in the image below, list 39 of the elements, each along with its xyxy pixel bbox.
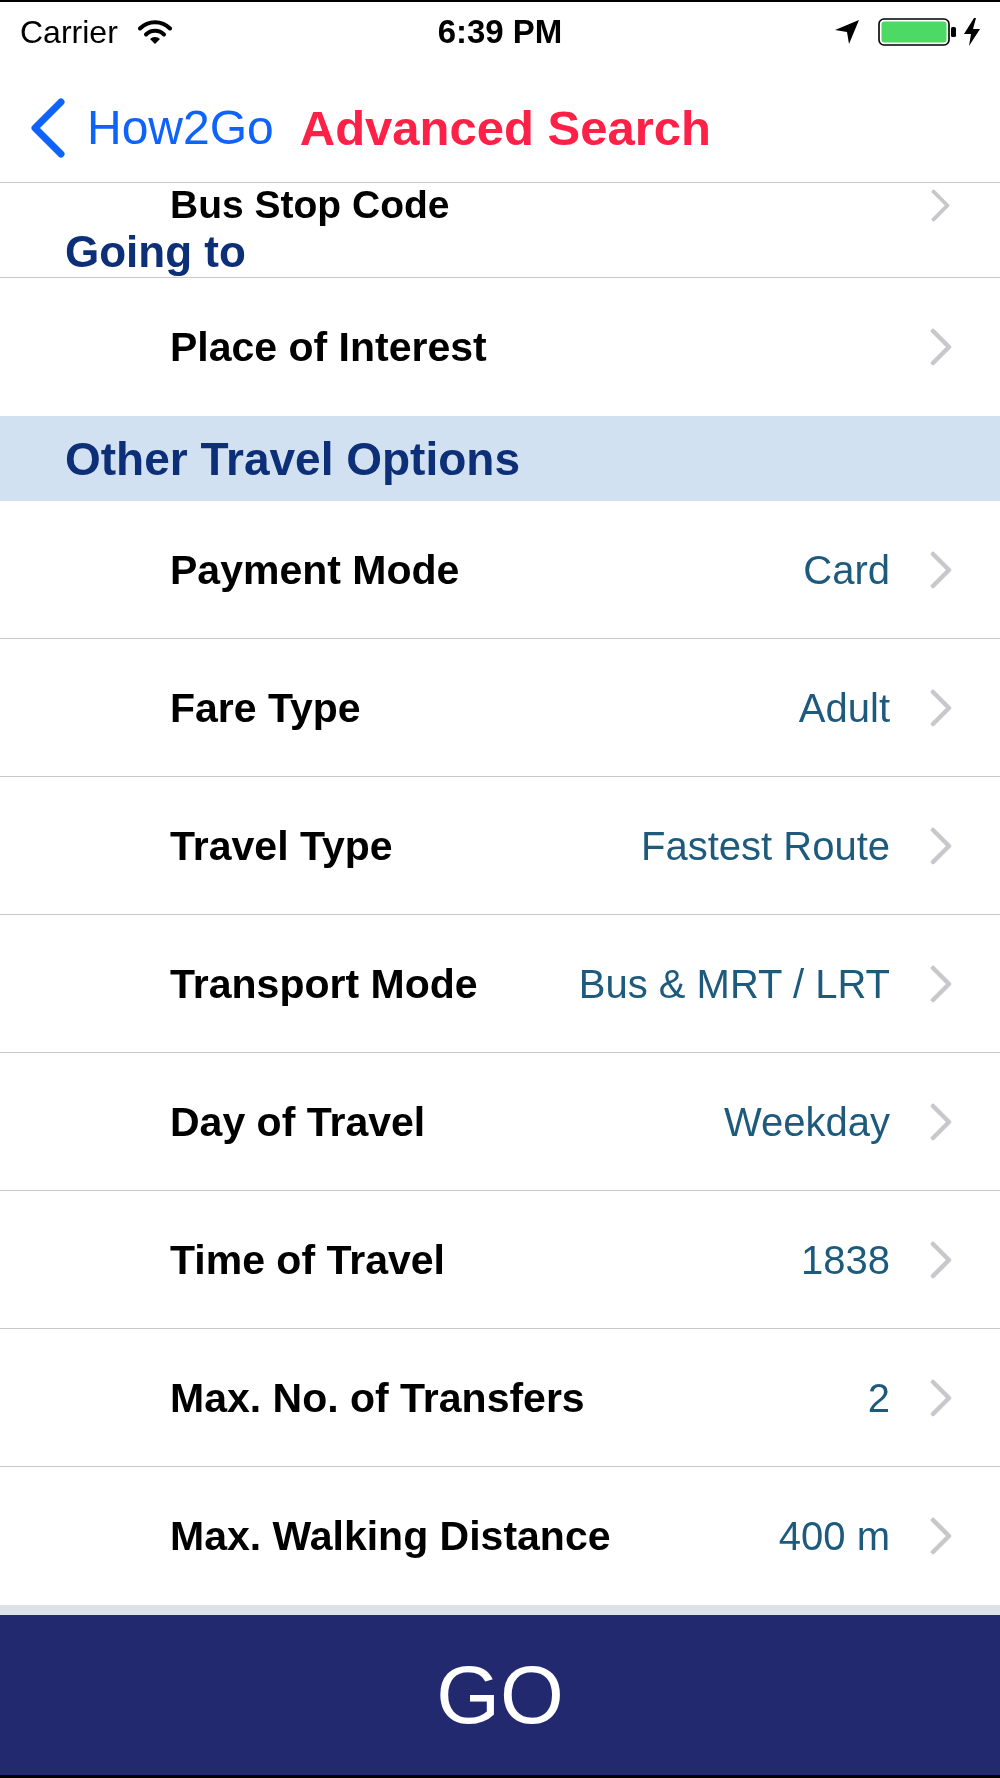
back-button[interactable]: How2Go [0,98,274,158]
chevron-icon [930,826,952,865]
row-label: Payment Mode [170,545,460,594]
chevron-icon [930,328,952,366]
row-value: Adult [798,684,890,732]
chevron-icon [930,1102,952,1141]
row-label: Max. Walking Distance [170,1512,611,1560]
chevron-icon [930,1517,952,1555]
chevron-icon [930,688,952,727]
row-value: Card [803,546,890,594]
row-label: Max. No. of Transfers [170,1373,585,1422]
chevron-icon [931,188,950,222]
row-label: Place of Interest [170,323,487,371]
location-arrow-icon [834,19,860,45]
row-label: Transport Mode [170,959,478,1008]
chevron-icon [930,1378,952,1417]
row-value: 1838 [801,1236,890,1284]
chevron-icon [930,964,952,1003]
charging-bolt-icon [964,18,980,46]
row-value: 400 m [778,1513,890,1560]
row-value: 2 [867,1374,890,1422]
row-label: Day of Travel [170,1097,426,1146]
carrier-label: Carrier [20,13,118,51]
row-label: Time of Travel [170,1235,445,1284]
row-value: Fastest Route [641,822,890,870]
row-label: Fare Type [170,683,361,732]
clock-time: 6:39 PM [437,13,563,51]
go-button[interactable]: GO [0,1615,1000,1775]
chevron-icon [930,550,952,589]
row-value: Bus & MRT / LRT [578,960,890,1008]
row-label: Bus Stop Code [170,183,450,227]
section-header: Other Travel Options [0,416,1000,501]
row-label: Travel Type [170,821,393,870]
row-value: Weekday [724,1098,890,1146]
section-header: Going to [64,227,246,277]
battery-icon [878,18,956,46]
screen-title: Advanced Search [299,100,711,157]
chevron-icon [930,1240,952,1279]
wifi-icon [137,19,172,45]
